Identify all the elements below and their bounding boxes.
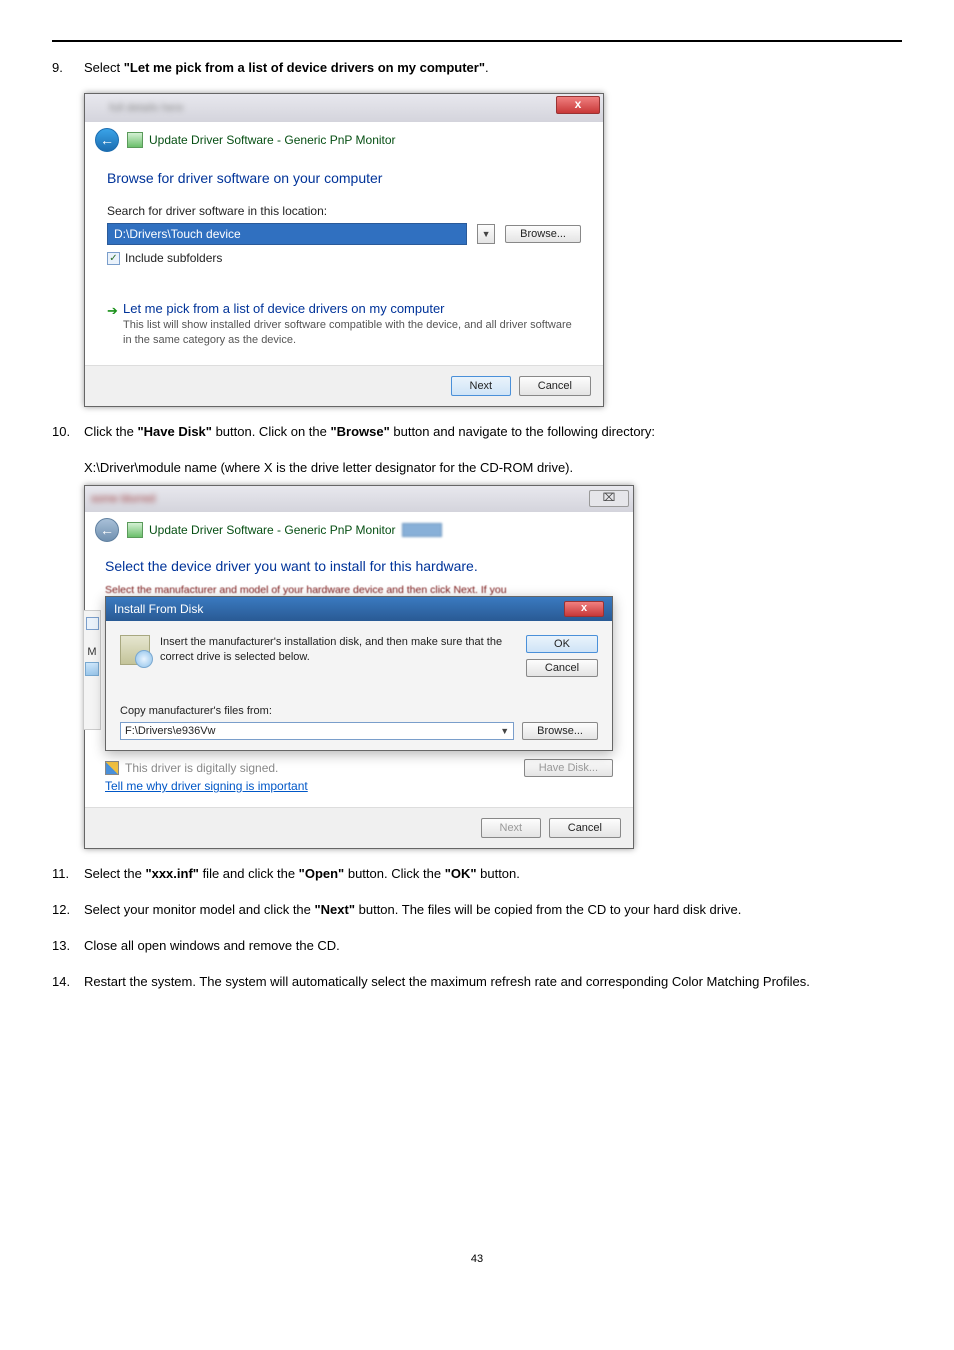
include-subfolders-checkbox[interactable]: ✓ <box>107 252 120 265</box>
step-text: Select "Let me pick from a list of devic… <box>84 60 489 75</box>
subdialog-title: Install From Disk <box>114 602 203 616</box>
cancel-button[interactable]: Cancel <box>519 376 591 396</box>
dialog-footer: Next Cancel <box>85 365 603 406</box>
close-button[interactable]: x <box>564 601 604 617</box>
install-from-disk-dialog: some blurred ⌧ ← Update Driver Software … <box>84 485 634 849</box>
step-9: 9. Select "Let me pick from a list of de… <box>52 57 902 79</box>
dropdown-arrow-icon[interactable]: ▼ <box>500 726 509 736</box>
page-number: 43 <box>52 1253 902 1265</box>
step-text: Select the "xxx.inf" file and click the … <box>84 866 520 881</box>
step-text: Select your monitor model and click the … <box>84 902 741 917</box>
copy-from-label: Copy manufacturer's files from: <box>120 705 598 717</box>
let-me-pick-option[interactable]: ➔ Let me pick from a list of device driv… <box>107 301 581 349</box>
option-subtitle: This list will show installed driver sof… <box>123 318 581 349</box>
path-input[interactable]: D:\Drivers\Touch device <box>107 223 467 245</box>
dropdown-arrow-icon[interactable]: ▼ <box>477 224 495 244</box>
close-button[interactable]: ⌧ <box>589 490 629 507</box>
next-button[interactable]: Next <box>451 376 512 396</box>
close-button[interactable]: x <box>556 96 600 114</box>
window-titlebar: some blurred ⌧ <box>85 486 633 512</box>
monitor-icon <box>127 132 143 148</box>
arrow-right-icon: ➔ <box>107 303 118 319</box>
breadcrumb: ← Update Driver Software - Generic PnP M… <box>85 512 633 548</box>
step-13: 13. Close all open windows and remove th… <box>52 935 902 957</box>
ok-button[interactable]: OK <box>526 635 598 653</box>
step-number: 14. <box>52 971 70 993</box>
floppy-disk-icon <box>120 635 150 665</box>
browse-button[interactable]: Browse... <box>522 722 598 740</box>
include-subfolders-label: Include subfolders <box>125 251 222 265</box>
browse-driver-dialog: full details here x ← Update Driver Soft… <box>84 93 604 407</box>
signed-text: This driver is digitally signed. <box>125 761 278 775</box>
nav-title: Update Driver Software - Generic PnP Mon… <box>149 523 396 537</box>
have-disk-button[interactable]: Have Disk... <box>524 759 613 777</box>
dialog-heading: Browse for driver software on your compu… <box>107 170 581 186</box>
nav-title: Update Driver Software - Generic PnP Mon… <box>149 133 396 147</box>
cancel-button[interactable]: Cancel <box>526 659 598 677</box>
subdialog-titlebar: Install From Disk x <box>106 597 612 621</box>
title-stub <box>402 523 442 537</box>
step-number: 9. <box>52 57 63 79</box>
step-number: 10. <box>52 421 70 443</box>
install-from-disk-subdialog: Install From Disk x Insert the manufactu… <box>105 596 613 751</box>
step-text: Click the "Have Disk" button. Click on t… <box>84 424 655 439</box>
browse-button[interactable]: Browse... <box>505 225 581 243</box>
step-text: Close all open windows and remove the CD… <box>84 938 340 953</box>
dialog-footer: Next Cancel <box>85 807 633 848</box>
shield-icon <box>105 761 119 775</box>
title-blur: full details here <box>91 102 183 114</box>
title-blur: some blurred <box>91 493 155 505</box>
step-14: 14. Restart the system. The system will … <box>52 971 902 993</box>
background-list-fragment: M <box>83 610 101 730</box>
signing-info-link[interactable]: Tell me why driver signing is important <box>105 779 613 793</box>
back-button[interactable]: ← <box>95 128 119 152</box>
step-number: 13. <box>52 935 70 957</box>
window-titlebar: full details here x <box>85 94 603 122</box>
search-label: Search for driver software in this locat… <box>107 204 581 218</box>
step-number: 11. <box>52 863 69 885</box>
step-number: 12. <box>52 899 70 921</box>
back-button[interactable]: ← <box>95 518 119 542</box>
horizontal-rule <box>52 40 902 42</box>
cancel-button[interactable]: Cancel <box>549 818 621 838</box>
monitor-icon <box>127 522 143 538</box>
dialog-heading: Select the device driver you want to ins… <box>105 558 613 574</box>
instruction-line: Select the manufacturer and model of you… <box>105 584 613 596</box>
step-10: 10. Click the "Have Disk" button. Click … <box>52 421 902 443</box>
device-icon <box>85 662 99 676</box>
option-title: Let me pick from a list of device driver… <box>123 301 581 316</box>
step-11: 11. Select the "xxx.inf" file and click … <box>52 863 902 885</box>
copy-path-input[interactable]: F:\Drivers\e936Vw ▼ <box>120 722 514 740</box>
next-button[interactable]: Next <box>481 818 542 838</box>
checkbox-icon <box>86 617 99 630</box>
breadcrumb: ← Update Driver Software - Generic PnP M… <box>85 122 603 158</box>
step-text: Restart the system. The system will auto… <box>84 974 810 989</box>
step-10-line2: X:\Driver\module name (where X is the dr… <box>52 457 902 479</box>
step-12: 12. Select your monitor model and click … <box>52 899 902 921</box>
instruction-text: Insert the manufacturer's installation d… <box>160 635 516 666</box>
label-fragment: M <box>84 646 100 658</box>
